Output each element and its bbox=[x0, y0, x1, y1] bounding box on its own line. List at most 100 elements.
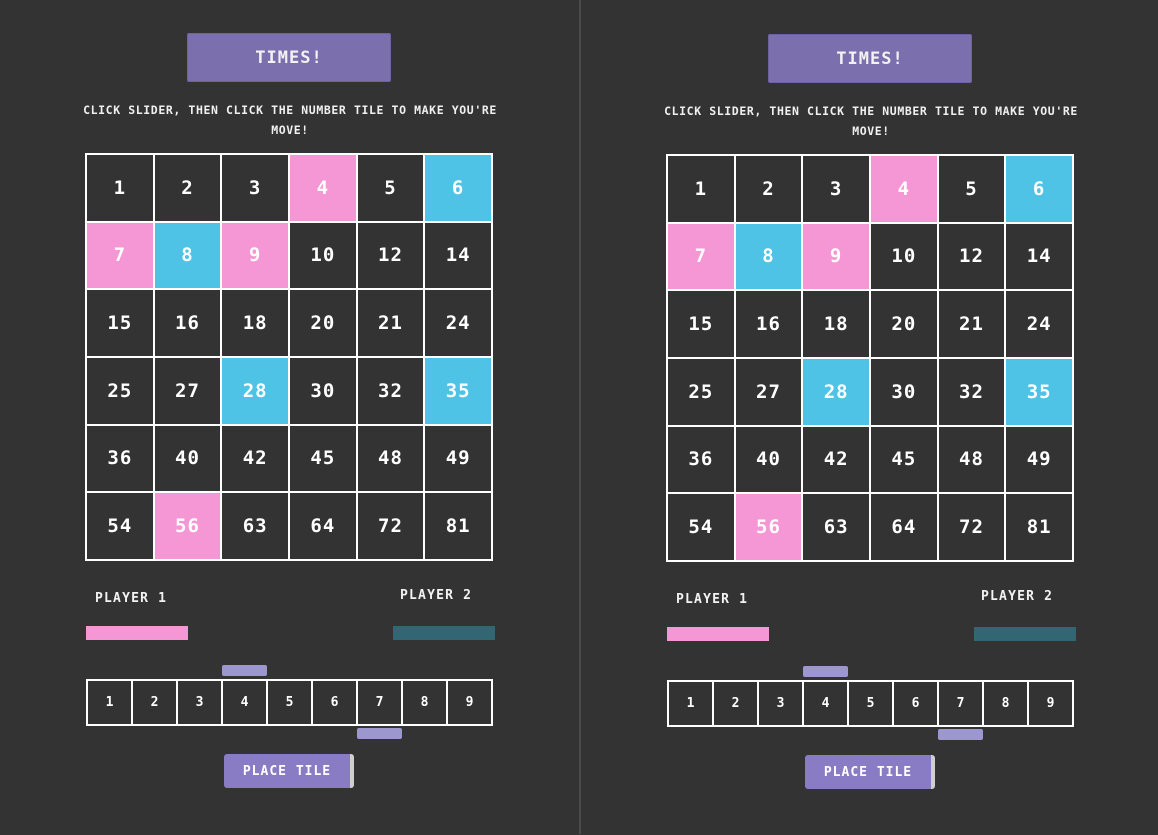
top-slider-handle[interactable] bbox=[803, 666, 848, 677]
board-tile[interactable]: 9 bbox=[803, 223, 869, 290]
board-tile[interactable]: 49 bbox=[425, 425, 491, 492]
board-tile[interactable]: 48 bbox=[357, 425, 424, 492]
bottom-slider-handle[interactable] bbox=[357, 728, 402, 739]
board-tile[interactable]: 20 bbox=[289, 290, 356, 356]
board-tile[interactable]: 6 bbox=[425, 155, 491, 221]
board-tile[interactable]: 20 bbox=[870, 291, 937, 357]
board-tile[interactable]: 7 bbox=[668, 223, 734, 290]
board-tile[interactable]: 81 bbox=[1006, 494, 1072, 560]
board-tile[interactable]: 72 bbox=[357, 493, 424, 559]
factor-cell[interactable]: 2 bbox=[714, 682, 757, 725]
board-tile[interactable]: 5 bbox=[938, 156, 1005, 222]
board-tile[interactable]: 12 bbox=[357, 222, 424, 289]
board-tile[interactable]: 2 bbox=[154, 155, 221, 221]
factor-cell[interactable]: 3 bbox=[759, 682, 802, 725]
board-tile[interactable]: 45 bbox=[870, 426, 937, 493]
factor-cell[interactable]: 1 bbox=[88, 681, 131, 724]
board-tile[interactable]: 35 bbox=[425, 357, 491, 424]
board-tile[interactable]: 12 bbox=[938, 223, 1005, 290]
board-tile[interactable]: 5 bbox=[357, 155, 424, 221]
player1-label: PLAYER 1 bbox=[95, 591, 168, 606]
board-tile[interactable]: 10 bbox=[289, 222, 356, 289]
factor-cell[interactable]: 5 bbox=[268, 681, 311, 724]
board-tile[interactable]: 32 bbox=[357, 357, 424, 424]
board-tile[interactable]: 21 bbox=[357, 290, 424, 356]
factor-cell[interactable]: 5 bbox=[849, 682, 892, 725]
board-tile[interactable]: 24 bbox=[425, 290, 491, 356]
board-tile[interactable]: 30 bbox=[870, 358, 937, 425]
top-slider-handle[interactable] bbox=[222, 665, 267, 676]
board-tile[interactable]: 81 bbox=[425, 493, 491, 559]
factor-cell[interactable]: 1 bbox=[669, 682, 712, 725]
board-tile[interactable]: 6 bbox=[1006, 156, 1072, 222]
board-tile[interactable]: 56 bbox=[735, 494, 802, 560]
board-tile[interactable]: 56 bbox=[154, 493, 221, 559]
factor-cell[interactable]: 7 bbox=[939, 682, 982, 725]
factor-cell[interactable]: 8 bbox=[403, 681, 446, 724]
factor-cell[interactable]: 6 bbox=[894, 682, 937, 725]
place-tile-button[interactable]: PLACE TILE bbox=[224, 754, 354, 788]
factor-cell[interactable]: 9 bbox=[1029, 682, 1072, 725]
factor-cell[interactable]: 4 bbox=[223, 681, 266, 724]
board-tile[interactable]: 63 bbox=[222, 493, 288, 559]
board-tile[interactable]: 3 bbox=[222, 155, 288, 221]
player2-indicator bbox=[974, 627, 1076, 641]
board-tile[interactable]: 32 bbox=[938, 358, 1005, 425]
board-tile[interactable]: 30 bbox=[289, 357, 356, 424]
board-tile[interactable]: 16 bbox=[154, 290, 221, 356]
board-tile[interactable]: 48 bbox=[938, 426, 1005, 493]
board-tile[interactable]: 28 bbox=[803, 358, 869, 425]
board-tile[interactable]: 18 bbox=[803, 291, 869, 357]
board-tile[interactable]: 9 bbox=[222, 222, 288, 289]
factor-cell[interactable]: 3 bbox=[178, 681, 221, 724]
factor-cell[interactable]: 6 bbox=[313, 681, 356, 724]
board-tile[interactable]: 1 bbox=[668, 156, 734, 222]
factor-cell[interactable]: 2 bbox=[133, 681, 176, 724]
board-tile[interactable]: 42 bbox=[803, 426, 869, 493]
board-tile[interactable]: 14 bbox=[425, 222, 491, 289]
board-tile[interactable]: 15 bbox=[668, 291, 734, 357]
board-tile[interactable]: 54 bbox=[668, 494, 734, 560]
factor-cell[interactable]: 8 bbox=[984, 682, 1027, 725]
place-tile-button[interactable]: PLACE TILE bbox=[805, 755, 935, 789]
board-tile[interactable]: 35 bbox=[1006, 358, 1072, 425]
board-tile[interactable]: 24 bbox=[1006, 291, 1072, 357]
board-tile[interactable]: 27 bbox=[735, 358, 802, 425]
factor-cell[interactable]: 9 bbox=[448, 681, 491, 724]
board-tile[interactable]: 36 bbox=[668, 426, 734, 493]
factor-cell[interactable]: 4 bbox=[804, 682, 847, 725]
board-tile[interactable]: 49 bbox=[1006, 426, 1072, 493]
board-tile[interactable]: 18 bbox=[222, 290, 288, 356]
board-tile[interactable]: 15 bbox=[87, 290, 153, 356]
board-tile[interactable]: 8 bbox=[154, 222, 221, 289]
board-tile[interactable]: 42 bbox=[222, 425, 288, 492]
panel-content: TIMES! CLICK SLIDER, THEN CLICK THE NUMB… bbox=[581, 1, 1158, 835]
board-tile[interactable]: 28 bbox=[222, 357, 288, 424]
board-tile[interactable]: 63 bbox=[803, 494, 869, 560]
board-tile[interactable]: 25 bbox=[87, 357, 153, 424]
player1-label: PLAYER 1 bbox=[676, 592, 749, 607]
board-tile[interactable]: 54 bbox=[87, 493, 153, 559]
board-tile[interactable]: 14 bbox=[1006, 223, 1072, 290]
board-tile[interactable]: 16 bbox=[735, 291, 802, 357]
board-tile[interactable]: 40 bbox=[154, 425, 221, 492]
board-tile[interactable]: 7 bbox=[87, 222, 153, 289]
factor-cell[interactable]: 7 bbox=[358, 681, 401, 724]
board-tile[interactable]: 40 bbox=[735, 426, 802, 493]
board-tile[interactable]: 72 bbox=[938, 494, 1005, 560]
board-tile[interactable]: 4 bbox=[289, 155, 356, 221]
board-tile[interactable]: 8 bbox=[735, 223, 802, 290]
board-tile[interactable]: 10 bbox=[870, 223, 937, 290]
board-tile[interactable]: 21 bbox=[938, 291, 1005, 357]
board-tile[interactable]: 64 bbox=[289, 493, 356, 559]
board-tile[interactable]: 36 bbox=[87, 425, 153, 492]
board-tile[interactable]: 3 bbox=[803, 156, 869, 222]
board-tile[interactable]: 4 bbox=[870, 156, 937, 222]
bottom-slider-handle[interactable] bbox=[938, 729, 983, 740]
board-tile[interactable]: 45 bbox=[289, 425, 356, 492]
board-tile[interactable]: 25 bbox=[668, 358, 734, 425]
board-tile[interactable]: 27 bbox=[154, 357, 221, 424]
board-tile[interactable]: 1 bbox=[87, 155, 153, 221]
board-tile[interactable]: 64 bbox=[870, 494, 937, 560]
board-tile[interactable]: 2 bbox=[735, 156, 802, 222]
